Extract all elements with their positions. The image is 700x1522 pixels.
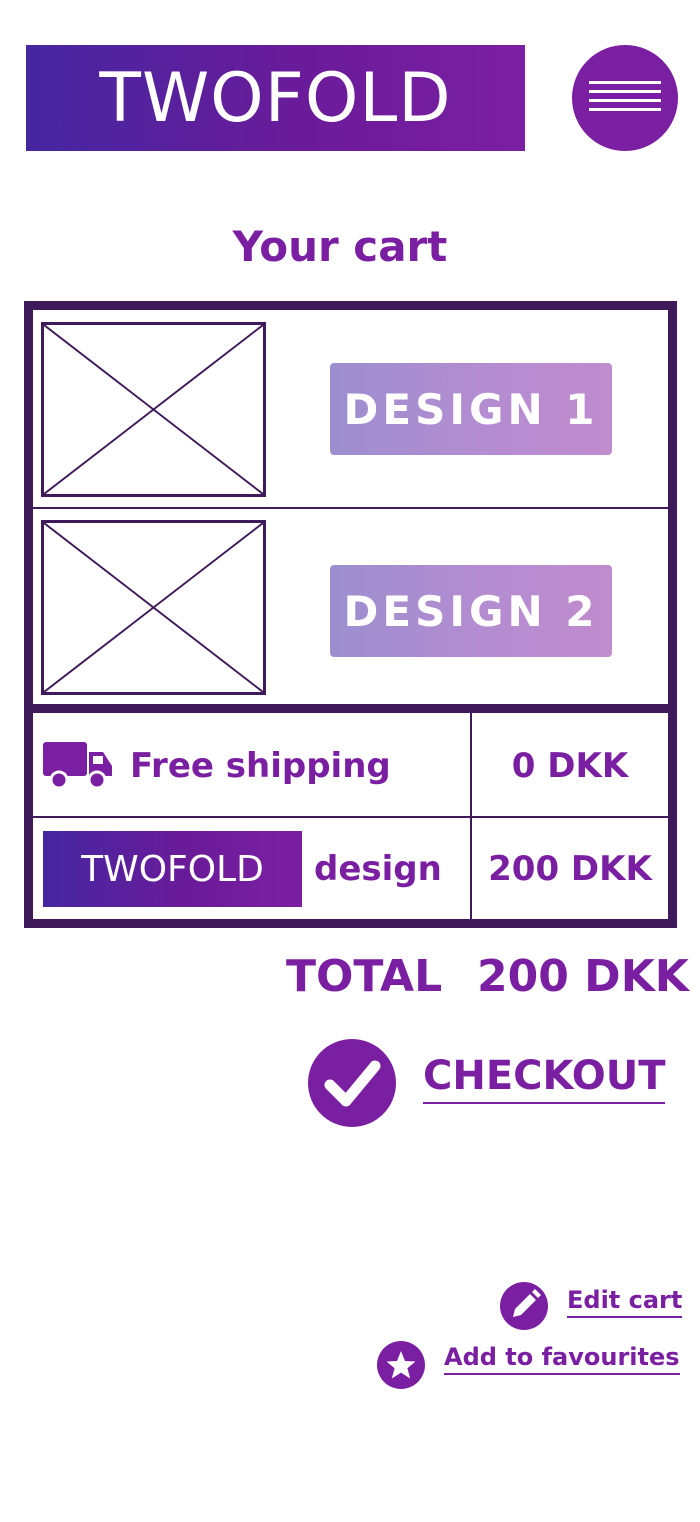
shipping-label: Free shipping — [130, 746, 391, 786]
cart-item-label: DESIGN 1 — [343, 384, 599, 434]
total-value: 200 DKK — [477, 951, 689, 1002]
design-price: 200 DKK — [488, 849, 652, 889]
hamburger-menu-icon — [589, 99, 661, 102]
brand-logo[interactable]: TWOFOLD — [26, 45, 525, 151]
hamburger-menu-icon — [589, 108, 661, 111]
design-label: design — [314, 849, 442, 889]
star-icon — [377, 1341, 425, 1389]
cart-item-design-1[interactable]: DESIGN 1 — [330, 363, 612, 455]
image-placeholder-icon — [41, 322, 266, 497]
shipping-price: 0 DKK — [511, 746, 629, 786]
pencil-icon — [500, 1282, 548, 1330]
cart-item-design-2[interactable]: DESIGN 2 — [330, 565, 612, 657]
checkout-button[interactable]: CHECKOUT — [308, 1039, 688, 1127]
row-divider — [33, 816, 668, 818]
section-divider — [33, 704, 668, 713]
hamburger-menu-icon — [589, 81, 661, 84]
total-label: TOTAL — [286, 951, 443, 1002]
truck-icon — [43, 742, 112, 790]
checkout-label: CHECKOUT — [423, 1053, 666, 1104]
cart-container: DESIGN 1 DESIGN 2 Free shipping 0 DKK TW… — [24, 301, 677, 928]
menu-button[interactable] — [572, 45, 678, 151]
cart-item-label: DESIGN 2 — [343, 586, 599, 636]
page-title: Your cart — [232, 222, 448, 271]
row-divider — [33, 507, 668, 509]
image-placeholder-icon — [41, 520, 266, 695]
hamburger-menu-icon — [589, 90, 661, 93]
logo-text: TWOFOLD — [99, 58, 452, 138]
edit-cart-label: Edit cart — [567, 1286, 683, 1318]
edit-cart-link[interactable]: Edit cart — [500, 1282, 690, 1332]
add-to-favourites-label: Add to favourites — [444, 1343, 680, 1375]
logo-text: TWOFOLD — [81, 848, 264, 890]
brand-logo-small: TWOFOLD — [43, 831, 302, 907]
add-to-favourites-link[interactable]: Add to favourites — [377, 1340, 690, 1392]
checkmark-icon — [308, 1039, 396, 1127]
